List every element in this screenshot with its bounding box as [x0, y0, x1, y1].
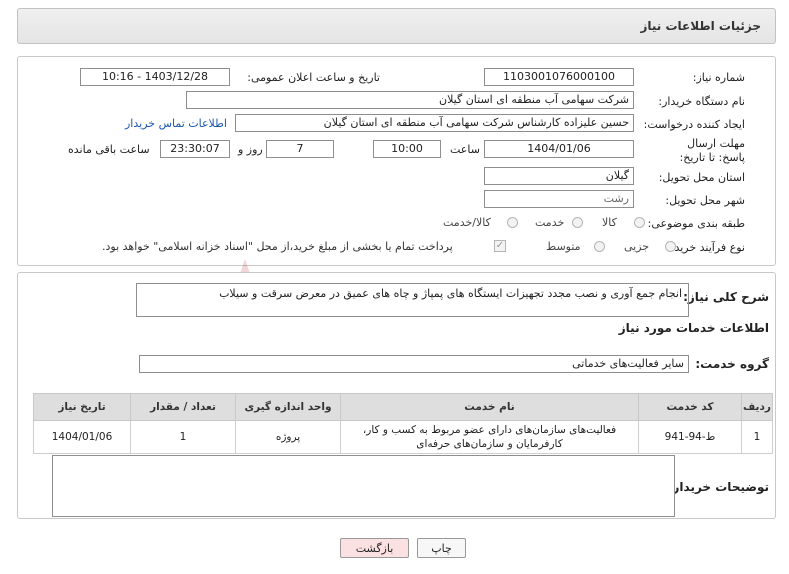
col-date: تاریخ نیاز [33, 393, 131, 421]
category-label: طبقه بندی موضوعی: [647, 217, 745, 230]
remaining-time-field: 23:30:07 [160, 140, 230, 158]
summary-field: انجام جمع آوری و نصب مجدد تجهیزات ایستگا… [136, 283, 689, 317]
services-table: ردیف کد خدمت نام خدمت واحد اندازه گیری ت… [33, 393, 773, 454]
province-label: استان محل تحویل: [658, 171, 745, 184]
col-qty: تعداد / مقدار [130, 393, 236, 421]
city-field: رشت [484, 190, 634, 208]
category-option-service: خدمت [535, 216, 565, 229]
services-title: اطلاعات خدمات مورد نیاز [618, 321, 769, 335]
days-field: 7 [266, 140, 334, 158]
page-title: جزئیات اطلاعات نیاز [640, 19, 761, 33]
cell-qty: 1 [130, 420, 236, 454]
process-option-minor: جزیی [624, 240, 650, 253]
category-radio-goods[interactable] [634, 217, 645, 228]
summary-label: شرح کلی نیاز: [683, 290, 769, 304]
col-code: کد خدمت [638, 393, 742, 421]
days-label: روز و [238, 143, 263, 156]
col-name: نام خدمت [340, 393, 639, 421]
process-option-medium: متوسط [546, 240, 581, 253]
category-radio-goods-service[interactable] [507, 217, 518, 228]
back-button[interactable]: بازگشت [340, 538, 409, 558]
page-header: جزئیات اطلاعات نیاز [17, 8, 776, 44]
buyer-contact-link[interactable]: اطلاعات تماس خریدار [125, 117, 227, 130]
cell-name: فعالیت‌های سازمان‌های دارای عضو مربوط به… [340, 420, 639, 454]
cell-code: ط-94-941 [638, 420, 742, 454]
service-group-label: گروه خدمت: [695, 357, 769, 371]
remaining-label: ساعت باقی مانده [68, 143, 150, 156]
category-radio-service[interactable] [572, 217, 583, 228]
creator-label: ایجاد کننده درخواست: [643, 118, 745, 131]
buyer-org-field: شرکت سهامی آب منطقه ای استان گیلان [186, 91, 634, 109]
process-radio-minor[interactable] [665, 241, 676, 252]
announce-label: تاریخ و ساعت اعلان عمومی: [247, 71, 380, 84]
need-number-label: شماره نیاز: [692, 71, 745, 84]
print-button[interactable]: چاپ [417, 538, 466, 558]
province-field: گیلان [484, 167, 634, 185]
treasury-checkbox[interactable]: ✓ [494, 240, 506, 252]
buyer-org-label: نام دستگاه خریدار: [658, 95, 745, 108]
deadline-date-field: 1404/01/06 [484, 140, 634, 158]
need-info-panel [17, 56, 776, 266]
creator-field: حسین علیزاده کارشناس شرکت سهامی آب منطقه… [235, 114, 634, 132]
col-row: ردیف [741, 393, 773, 421]
buyer-notes-label: توضیحات خریدار: [667, 480, 769, 494]
category-option-goods-service: کالا/خدمت [443, 216, 491, 229]
city-label: شهر محل تحویل: [665, 194, 745, 207]
service-group-field: سایر فعالیت‌های خدماتی [139, 355, 689, 373]
deadline-time-field: 10:00 [373, 140, 441, 158]
cell-date: 1404/01/06 [33, 420, 131, 454]
process-radio-medium[interactable] [594, 241, 605, 252]
deadline-label: مهلت ارسال پاسخ: تا تاریخ: [679, 137, 745, 164]
deadline-time-label: ساعت [450, 143, 480, 156]
table-row: 1 ط-94-941 فعالیت‌های سازمان‌های دارای ع… [33, 420, 773, 454]
need-number-field: 1103001076000100 [484, 68, 634, 86]
buyer-notes-field [52, 455, 675, 517]
cell-unit: پروژه [235, 420, 341, 454]
table-header-row: ردیف کد خدمت نام خدمت واحد اندازه گیری ت… [33, 393, 773, 421]
category-option-goods: کالا [602, 216, 617, 229]
payment-note: پرداخت تمام یا بخشی از مبلغ خرید،از محل … [102, 240, 453, 253]
col-unit: واحد اندازه گیری [235, 393, 341, 421]
cell-row: 1 [741, 420, 773, 454]
process-label: نوع فرآیند خرید : [667, 241, 745, 254]
announce-field: 1403/12/28 - 10:16 [80, 68, 230, 86]
